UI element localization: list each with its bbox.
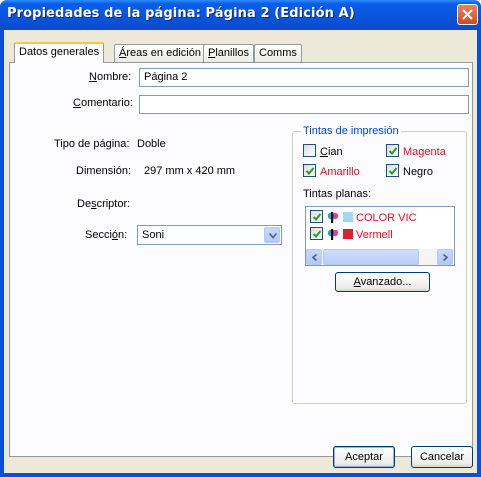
magenta-checkbox[interactable]: Magenta xyxy=(386,144,446,158)
avanzado-button[interactable]: Avanzado... xyxy=(335,272,430,292)
scroll-left-button[interactable] xyxy=(306,249,322,265)
label-rest: criptor: xyxy=(96,198,131,210)
tab-label: Datos generales xyxy=(19,46,100,58)
checkbox-box[interactable] xyxy=(303,144,316,157)
label-rest: ombre: xyxy=(96,71,132,83)
checkbox-box[interactable] xyxy=(310,210,323,223)
ink-name: COLOR VIC xyxy=(356,212,417,224)
button-label: vanzado... xyxy=(360,276,412,288)
seccion-label: Sección: xyxy=(85,229,127,241)
tab-label: lanillos xyxy=(215,47,249,59)
mnemonic: C xyxy=(320,146,328,158)
ink-p-icon xyxy=(327,212,339,223)
dialog-client: Datos generales Áreas en edición Planill… xyxy=(4,30,477,473)
ink-p-icon xyxy=(327,229,339,240)
window-border xyxy=(0,473,481,477)
dimension-value: 297 mm x 420 mm xyxy=(144,165,236,177)
title-bar[interactable]: Propiedades de la página: Página 2 (Edic… xyxy=(0,0,481,30)
tintas-impresion-group: Tintas de impresión Cian Magenta Amarill… xyxy=(292,125,467,404)
comentario-input[interactable] xyxy=(139,95,469,114)
check-icon xyxy=(312,230,322,238)
tipo-pagina-value: Doble xyxy=(137,138,166,150)
chevron-right-icon xyxy=(443,254,448,261)
cancelar-button[interactable]: Cancelar xyxy=(411,446,473,468)
mnemonic: A xyxy=(353,276,361,288)
ink-swatch xyxy=(343,212,353,222)
descriptor-label: Descriptor: xyxy=(77,198,130,210)
check-icon xyxy=(388,167,398,175)
group-title: Tintas de impresión xyxy=(301,125,401,137)
negro-checkbox[interactable]: Negro xyxy=(386,164,433,178)
mnemonic: N xyxy=(89,71,97,83)
list-item[interactable]: COLOR VIC xyxy=(310,210,417,226)
tintas-planas-label: Tintas planas: xyxy=(303,188,372,200)
nombre-input[interactable]: Página 2 xyxy=(139,68,469,87)
nombre-label: Nombre: xyxy=(89,71,131,83)
tab-comms[interactable]: Comms xyxy=(254,44,302,62)
checkbox-box[interactable] xyxy=(386,144,399,157)
tab-label: Comms xyxy=(259,47,297,59)
tab-areas-en-edicion[interactable]: Áreas en edición xyxy=(114,44,206,62)
tab-label: reas en edición xyxy=(126,47,201,59)
cian-checkbox[interactable]: Cian xyxy=(303,144,343,158)
ink-name: Vermell xyxy=(356,229,393,241)
label-rest: omentario: xyxy=(80,97,133,109)
chevron-left-icon xyxy=(312,254,317,261)
ink-swatch xyxy=(343,229,353,239)
mnemonic: C xyxy=(73,97,81,109)
tipo-pagina-label: Tipo de página: xyxy=(54,138,130,150)
aceptar-button[interactable]: Aceptar xyxy=(333,446,395,468)
dialog-window: Propiedades de la página: Página 2 (Edic… xyxy=(0,0,481,477)
seccion-select[interactable]: Soni xyxy=(137,225,282,245)
scroll-thumb[interactable] xyxy=(323,249,419,265)
checkbox-label: ian xyxy=(327,146,343,158)
seccion-selected: Soni xyxy=(142,229,165,241)
tintas-planas-list[interactable]: COLOR VIC Vermell xyxy=(305,206,455,266)
check-icon xyxy=(305,167,315,175)
label-rest: n: xyxy=(118,229,128,241)
horizontal-scrollbar[interactable] xyxy=(306,249,454,265)
amarillo-checkbox[interactable]: Amarillo xyxy=(303,164,360,178)
close-button[interactable] xyxy=(457,4,478,25)
tab-panel: Nombre: Página 2 Comentario: Tipo de pág… xyxy=(9,62,473,457)
dimension-label: Dimensión: xyxy=(76,165,132,177)
close-icon xyxy=(462,9,473,20)
comentario-label: Comentario: xyxy=(73,97,133,109)
window-title: Propiedades de la página: Página 2 (Edic… xyxy=(7,6,355,21)
chevron-down-icon xyxy=(269,233,277,239)
list-item[interactable]: Vermell xyxy=(310,227,393,243)
label-pre: De xyxy=(77,198,92,210)
scroll-right-button[interactable] xyxy=(437,249,453,265)
checkbox-label: Magenta xyxy=(403,146,446,158)
tab-datos-generales[interactable]: Datos generales xyxy=(14,42,105,63)
checkbox-box[interactable] xyxy=(310,227,323,240)
checkbox-box[interactable] xyxy=(303,164,316,177)
check-icon xyxy=(312,213,322,221)
check-icon xyxy=(388,147,398,155)
tab-planillos[interactable]: Planillos xyxy=(203,44,254,62)
checkbox-box[interactable] xyxy=(386,164,399,177)
dropdown-button[interactable] xyxy=(264,227,280,243)
checkbox-label: Amarillo xyxy=(320,166,360,178)
checkbox-label: Negro xyxy=(403,166,433,178)
label-pre: Secci xyxy=(85,229,112,241)
